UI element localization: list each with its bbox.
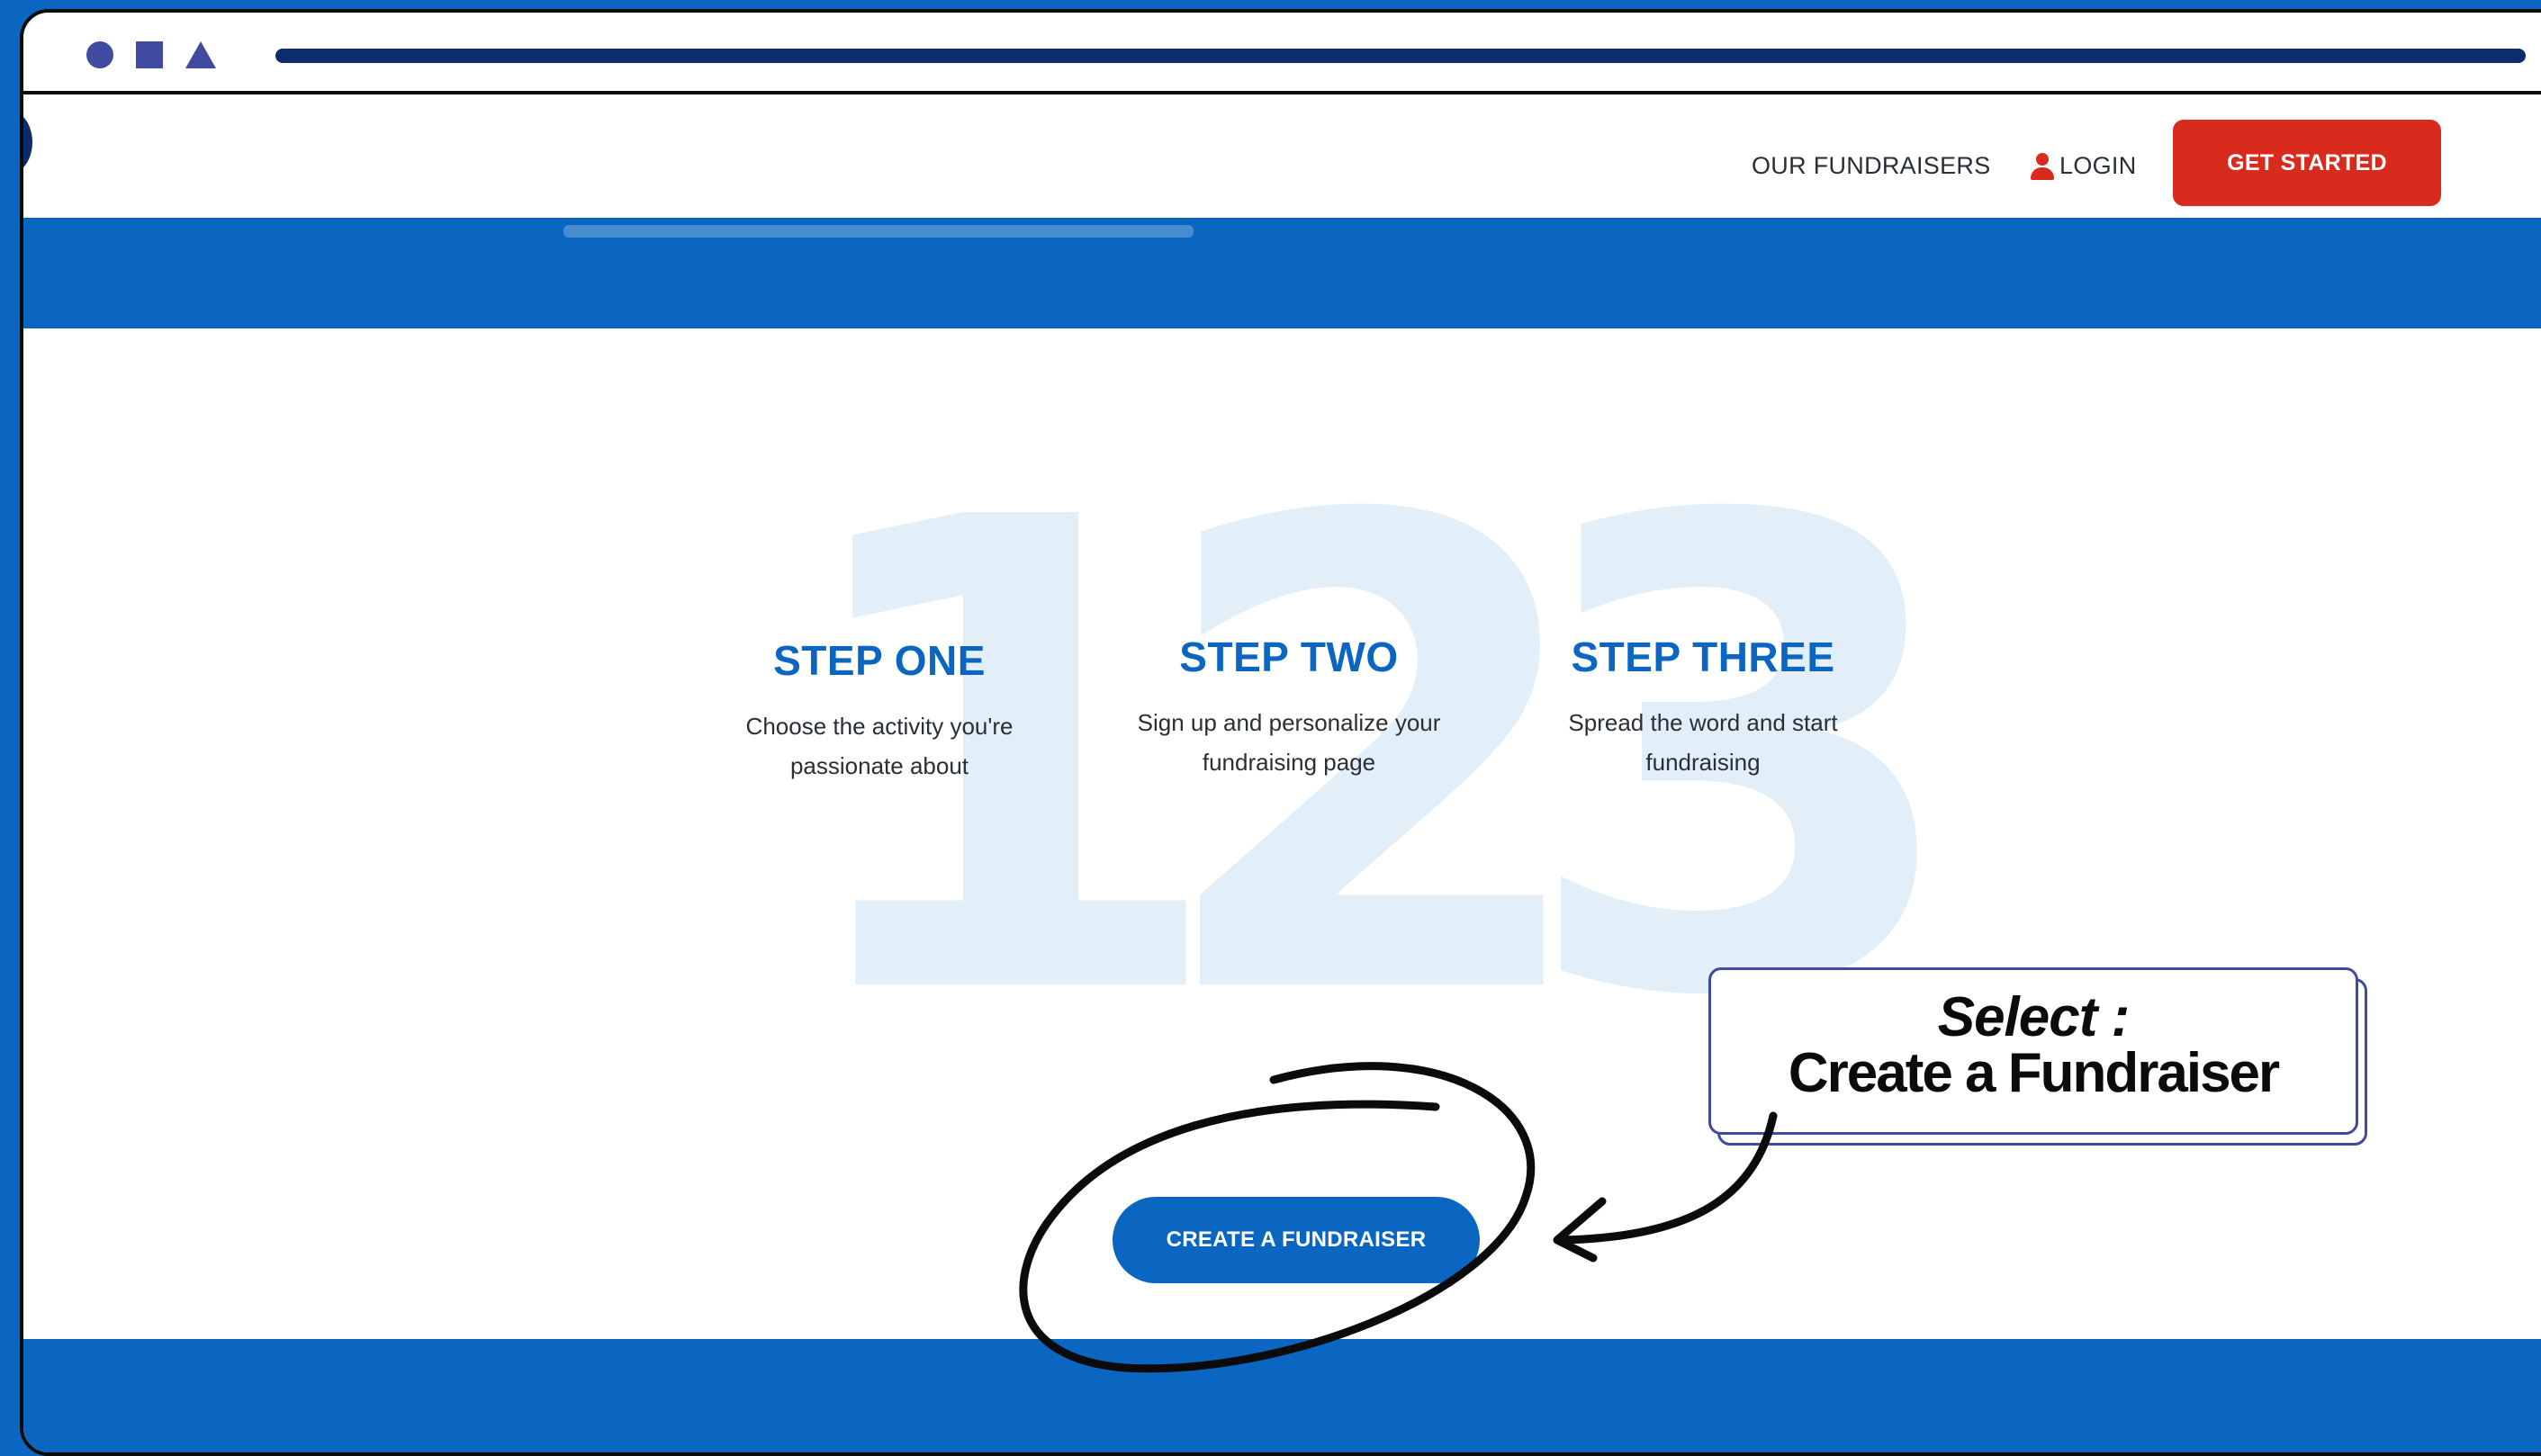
browser-titlebar [23, 13, 2541, 94]
callout-line-2: Create a Fundraiser [1788, 1042, 2280, 1104]
browser-frame: OUR FUNDRAISERS LOGIN GET STARTED 1 2 3 … [20, 9, 2541, 1456]
step-description: Sign up and personalize your fundraising … [1137, 709, 1441, 776]
circle-icon [86, 41, 113, 68]
site-header: OUR FUNDRAISERS LOGIN GET STARTED [23, 94, 2541, 218]
hero-band [23, 218, 2541, 328]
callout-line-1: Select : [1937, 986, 2131, 1048]
nav-our-fundraisers[interactable]: OUR FUNDRAISERS [1752, 152, 1991, 180]
user-icon [2031, 152, 2054, 180]
hero-text-fragment [563, 225, 1194, 238]
instruction-callout: Select : Create a Fundraiser [1708, 967, 2358, 1135]
get-started-button[interactable]: GET STARTED [2173, 120, 2441, 206]
square-icon [136, 41, 163, 68]
nav-login-label: LOGIN [2059, 152, 2137, 179]
step-description: Choose the activity you're passionate abo… [745, 713, 1014, 779]
logo-fragment [23, 111, 32, 174]
step-description: Spread the word and start fundraising [1568, 709, 1838, 776]
how-it-works-section: 1 2 3 STEP ONE Choose the activity you'r… [23, 328, 2541, 1345]
nav-login[interactable]: LOGIN [2031, 152, 2137, 180]
step-title: STEP TWO [1179, 634, 1399, 680]
step-two: STEP TWO Sign up and personalize your fun… [1100, 633, 1478, 782]
footer-band [23, 1339, 2541, 1452]
triangle-icon [185, 41, 216, 68]
step-title: STEP ONE [773, 637, 986, 684]
step-one: STEP ONE Choose the activity you're passi… [690, 636, 1068, 786]
address-bar[interactable] [275, 49, 2526, 63]
create-fundraiser-button[interactable]: CREATE A FUNDRAISER [1113, 1197, 1480, 1283]
step-title: STEP THREE [1571, 634, 1835, 680]
step-three: STEP THREE Spread the word and start fund… [1514, 633, 1892, 782]
